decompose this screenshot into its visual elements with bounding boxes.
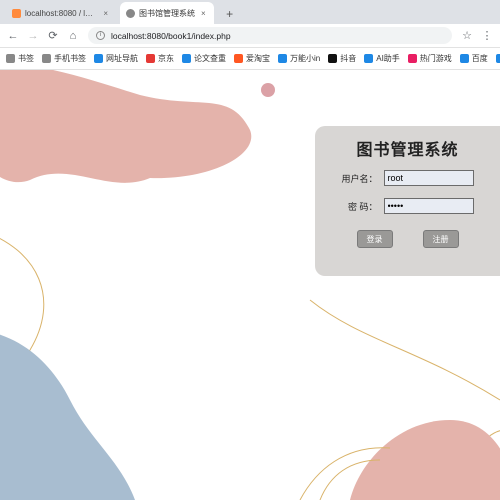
site-icon bbox=[126, 9, 135, 18]
page-viewport: 图书管理系统 用户名： 密 码： 登录 注册 bbox=[0, 70, 500, 500]
toolbar: ← → ⟳ ⌂ i localhost:8080/book1/index.php… bbox=[0, 24, 500, 48]
phpmyadmin-icon bbox=[12, 9, 21, 18]
tab-title: localhost:8080 / localhost / bo bbox=[25, 9, 97, 18]
address-bar[interactable]: i localhost:8080/book1/index.php bbox=[88, 27, 452, 44]
bookmark-icon bbox=[460, 54, 469, 63]
bookmark-icon bbox=[328, 54, 337, 63]
bookmark-icon bbox=[94, 54, 103, 63]
url-text: localhost:8080/book1/index.php bbox=[111, 31, 231, 41]
bookmark-icon bbox=[408, 54, 417, 63]
register-button[interactable]: 注册 bbox=[423, 230, 459, 248]
bookmark-item[interactable]: 创客贴 bbox=[496, 53, 500, 64]
bookmark-icon bbox=[146, 54, 155, 63]
bookmark-item[interactable]: 书签 bbox=[6, 53, 34, 64]
bookmark-icon bbox=[182, 54, 191, 63]
home-button[interactable]: ⌂ bbox=[64, 27, 82, 45]
bookmark-item[interactable]: 论文查重 bbox=[182, 53, 226, 64]
back-button[interactable]: ← bbox=[4, 27, 22, 45]
bookmark-icon bbox=[6, 54, 15, 63]
tab-book-system[interactable]: 图书馆管理系统 × bbox=[120, 2, 214, 24]
site-info-icon[interactable]: i bbox=[96, 31, 105, 40]
tab-strip: localhost:8080 / localhost / bo × 图书馆管理系… bbox=[0, 0, 500, 24]
bookmark-item[interactable]: 百度 bbox=[460, 53, 488, 64]
reload-button[interactable]: ⟳ bbox=[44, 27, 62, 45]
username-input[interactable] bbox=[384, 170, 474, 186]
forward-button[interactable]: → bbox=[24, 27, 42, 45]
bookmark-item[interactable]: AI助手 bbox=[364, 53, 400, 64]
password-input[interactable] bbox=[384, 198, 474, 214]
bookmark-item[interactable]: 抖音 bbox=[328, 53, 356, 64]
login-button[interactable]: 登录 bbox=[357, 230, 393, 248]
close-icon[interactable]: × bbox=[201, 9, 206, 18]
menu-button[interactable]: ⋮ bbox=[478, 27, 496, 45]
bookmark-icon bbox=[278, 54, 287, 63]
star-button[interactable]: ☆ bbox=[458, 27, 476, 45]
bookmark-icon bbox=[42, 54, 51, 63]
bookmark-icon bbox=[234, 54, 243, 63]
bookmark-item[interactable]: 京东 bbox=[146, 53, 174, 64]
tab-title: 图书馆管理系统 bbox=[139, 8, 195, 19]
bookmarks-bar: 书签 手机书签 网址导航 京东 论文查重 爱淘宝 万能小in 抖音 AI助手 热… bbox=[0, 48, 500, 70]
new-tab-button[interactable]: + bbox=[222, 6, 238, 22]
login-panel: 图书管理系统 用户名： 密 码： 登录 注册 bbox=[315, 126, 500, 276]
bookmark-item[interactable]: 爱淘宝 bbox=[234, 53, 270, 64]
bookmark-item[interactable]: 万能小in bbox=[278, 53, 320, 64]
tab-phpmyadmin[interactable]: localhost:8080 / localhost / bo × bbox=[6, 2, 116, 24]
bookmark-item[interactable]: 手机书签 bbox=[42, 53, 86, 64]
bookmark-item[interactable]: 热门游戏 bbox=[408, 53, 452, 64]
login-title: 图书管理系统 bbox=[356, 136, 458, 160]
bookmark-icon bbox=[496, 54, 500, 63]
password-label: 密 码： bbox=[342, 200, 378, 213]
username-label: 用户名： bbox=[342, 172, 378, 185]
close-icon[interactable]: × bbox=[103, 9, 108, 18]
bookmark-item[interactable]: 网址导航 bbox=[94, 53, 138, 64]
bookmark-icon bbox=[364, 54, 373, 63]
